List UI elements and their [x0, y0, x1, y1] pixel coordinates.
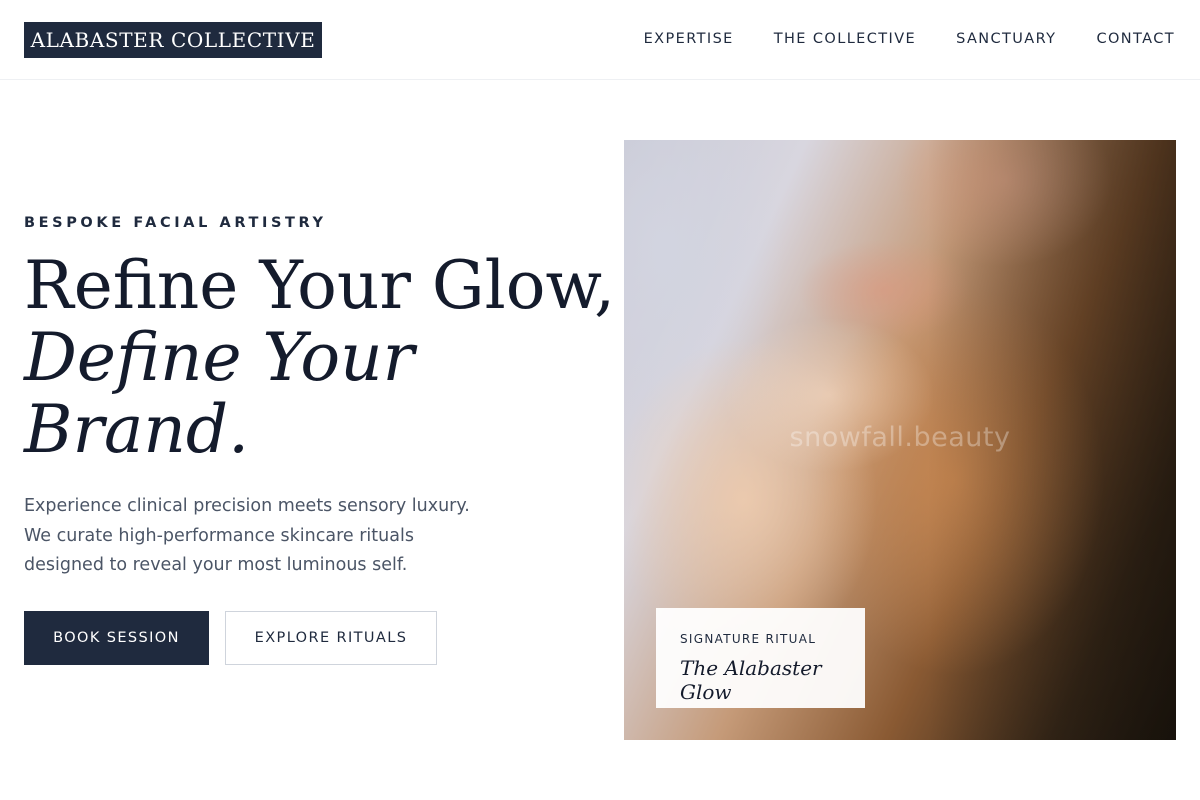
caption-title: The Alabaster Glow	[680, 656, 822, 704]
signature-ritual-card: SIGNATURE RITUAL The Alabaster Glow	[656, 608, 865, 708]
explore-rituals-button[interactable]: EXPLORE RITUALS	[225, 611, 437, 665]
headline-line-3: Brand.	[24, 391, 250, 468]
hero-portrait-image: snowfall.beauty SIGNATURE RITUAL The Ala…	[624, 140, 1176, 740]
nav-link-contact[interactable]: CONTACT	[1096, 29, 1175, 49]
book-session-button[interactable]: BOOK SESSION	[24, 611, 209, 665]
brand-logo[interactable]: ALABASTER COLLECTIVE	[24, 22, 322, 58]
headline-line-2: Define Your	[24, 319, 415, 396]
nav-link-the-collective[interactable]: THE COLLECTIVE	[774, 29, 916, 49]
main-nav: EXPERTISE THE COLLECTIVE SANCTUARY CONTA…	[644, 29, 1175, 49]
caption-eyebrow: SIGNATURE RITUAL	[680, 632, 817, 646]
nav-link-expertise[interactable]: EXPERTISE	[644, 29, 734, 49]
headline-line-1: Refine Your Glow,	[24, 247, 616, 324]
hero-description: Experience clinical precision meets sens…	[24, 496, 470, 575]
hero-eyebrow: BESPOKE FACIAL ARTISTRY	[24, 215, 327, 231]
site-header: ALABASTER COLLECTIVE EXPERTISE THE COLLE…	[0, 0, 1200, 80]
hero-headline: Refine Your Glow, Define Your Brand.	[24, 247, 616, 468]
nav-link-sanctuary[interactable]: SANCTUARY	[956, 29, 1056, 49]
image-watermark: snowfall.beauty	[789, 422, 1011, 453]
